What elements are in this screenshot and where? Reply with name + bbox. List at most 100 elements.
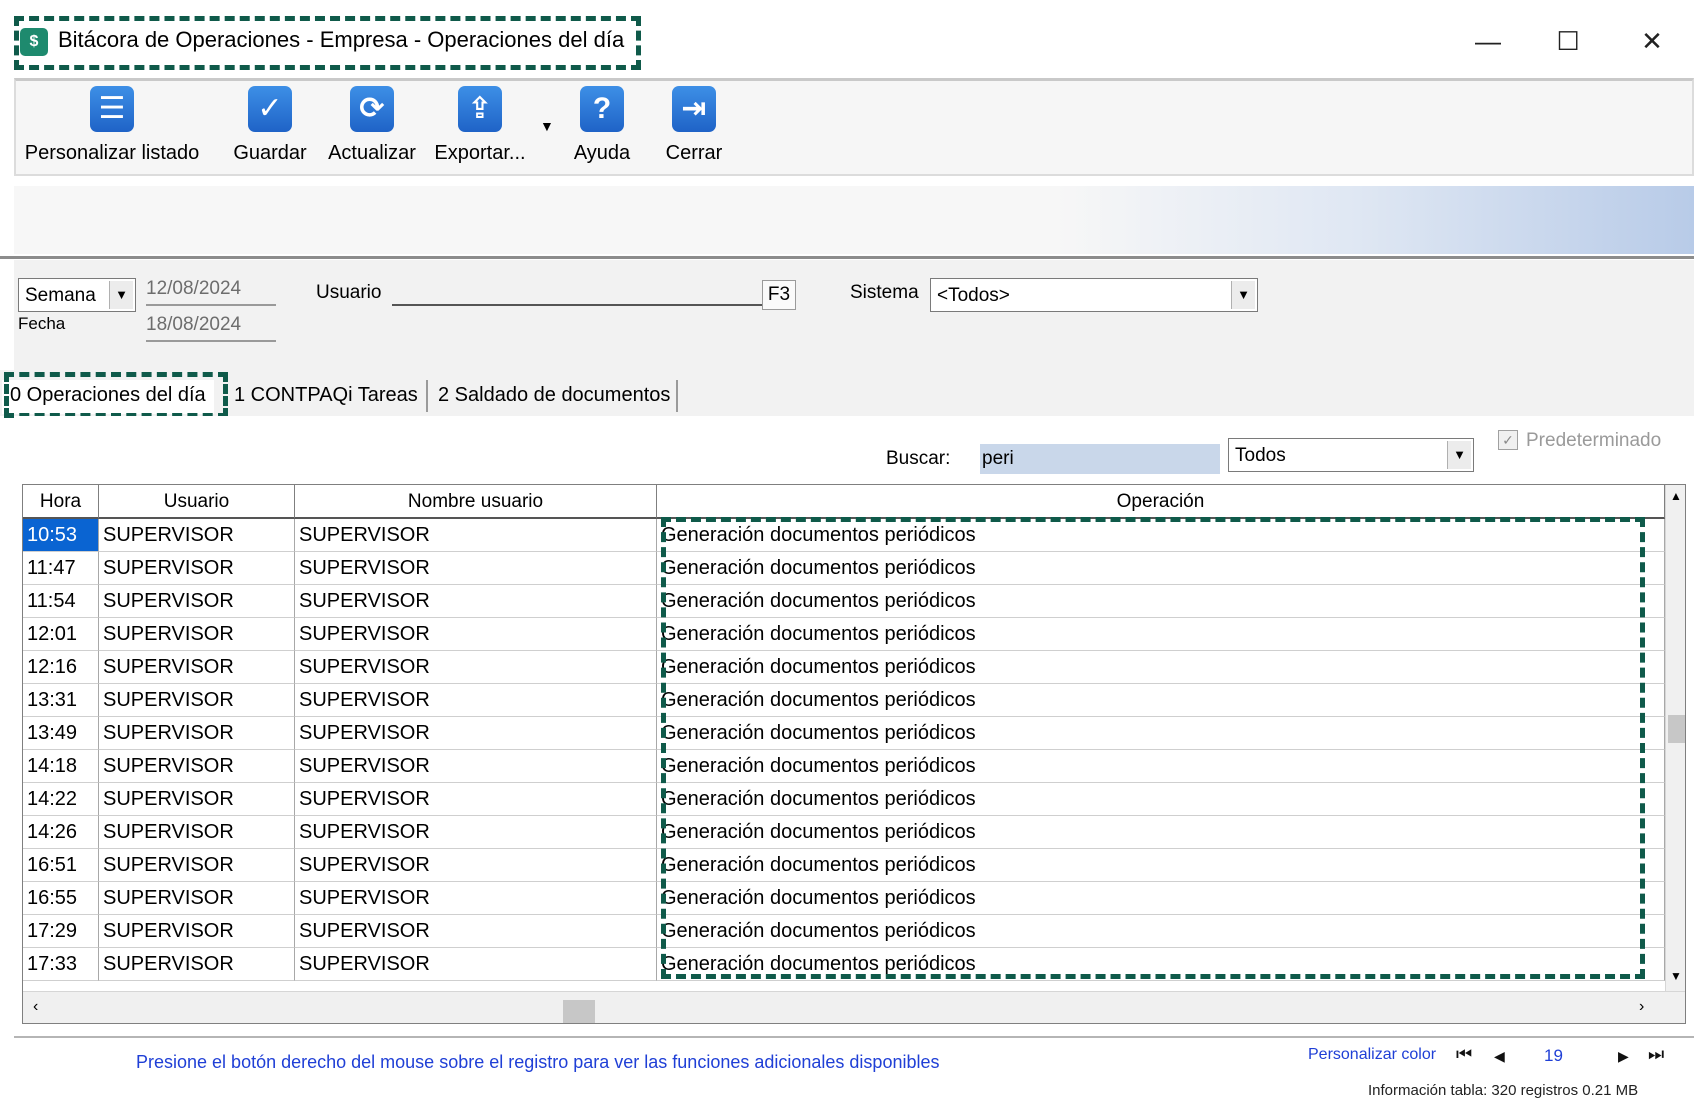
table-row[interactable]: 16:55 SUPERVISOR SUPERVISOR Generación docu… xyxy=(23,882,1665,915)
previous-page-icon[interactable]: ◀ xyxy=(1494,1048,1505,1065)
sistema-select[interactable]: <Todos> ▼ xyxy=(930,278,1258,312)
cell-nombre-usuario[interactable]: SUPERVISOR xyxy=(295,915,657,948)
cell-usuario[interactable]: SUPERVISOR xyxy=(99,750,295,783)
column-header-hora[interactable]: Hora xyxy=(23,485,99,519)
cell-hora[interactable]: 10:53 xyxy=(23,519,99,552)
usuario-field[interactable] xyxy=(392,282,762,306)
cell-operacion[interactable]: Generación documentos periódicos xyxy=(657,618,1665,651)
vertical-scrollbar[interactable]: ▲ ▼ xyxy=(1665,485,1685,991)
tab-saldado-de-documentos[interactable]: 2 Saldado de documentos xyxy=(430,380,678,414)
cell-nombre-usuario[interactable]: SUPERVISOR xyxy=(295,519,657,552)
guardar-button[interactable]: ✓ Guardar xyxy=(228,86,312,176)
personalizar-listado-button[interactable]: ☰ Personalizar listado xyxy=(22,86,202,176)
cell-nombre-usuario[interactable]: SUPERVISOR xyxy=(295,585,657,618)
cell-usuario[interactable]: SUPERVISOR xyxy=(99,552,295,585)
column-header-usuario[interactable]: Usuario xyxy=(99,485,295,519)
cell-usuario[interactable]: SUPERVISOR xyxy=(99,585,295,618)
cell-nombre-usuario[interactable]: SUPERVISOR xyxy=(295,651,657,684)
search-scope-select[interactable]: Todos ▼ xyxy=(1228,438,1474,472)
cell-usuario[interactable]: SUPERVISOR xyxy=(99,783,295,816)
horizontal-scrollbar[interactable]: ‹ › xyxy=(23,991,1685,1023)
cell-nombre-usuario[interactable]: SUPERVISOR xyxy=(295,783,657,816)
table-row[interactable]: 13:49 SUPERVISOR SUPERVISOR Generación docu… xyxy=(23,717,1665,750)
table-row[interactable]: 11:47 SUPERVISOR SUPERVISOR Generación docu… xyxy=(23,552,1665,585)
table-row[interactable]: 14:26 SUPERVISOR SUPERVISOR Generación docu… xyxy=(23,816,1665,849)
scroll-thumb[interactable] xyxy=(1668,715,1685,743)
actualizar-button[interactable]: ⟳ Actualizar xyxy=(324,86,420,176)
date-from-field[interactable]: 12/08/2024 xyxy=(146,276,276,306)
table-row[interactable]: 12:16 SUPERVISOR SUPERVISOR Generación docu… xyxy=(23,651,1665,684)
cell-usuario[interactable]: SUPERVISOR xyxy=(99,948,295,981)
export-dropdown-arrow-icon[interactable]: ▼ xyxy=(540,118,554,134)
scroll-up-icon[interactable]: ▲ xyxy=(1670,489,1682,503)
table-row[interactable]: 11:54 SUPERVISOR SUPERVISOR Generación docu… xyxy=(23,585,1665,618)
cell-operacion[interactable]: Generación documentos periódicos xyxy=(657,882,1665,915)
table-row[interactable]: 13:31 SUPERVISOR SUPERVISOR Generación docu… xyxy=(23,684,1665,717)
cell-usuario[interactable]: SUPERVISOR xyxy=(99,684,295,717)
cell-nombre-usuario[interactable]: SUPERVISOR xyxy=(295,684,657,717)
close-button[interactable]: ✕ xyxy=(1622,20,1682,62)
cell-hora[interactable]: 12:16 xyxy=(23,651,99,684)
cell-usuario[interactable]: SUPERVISOR xyxy=(99,519,295,552)
cell-hora[interactable]: 16:55 xyxy=(23,882,99,915)
cell-hora[interactable]: 14:18 xyxy=(23,750,99,783)
cell-hora[interactable]: 16:51 xyxy=(23,849,99,882)
cell-nombre-usuario[interactable]: SUPERVISOR xyxy=(295,618,657,651)
cell-hora[interactable]: 13:31 xyxy=(23,684,99,717)
scroll-right-icon[interactable]: › xyxy=(1639,998,1644,1016)
scroll-thumb[interactable] xyxy=(563,1000,595,1023)
cell-usuario[interactable]: SUPERVISOR xyxy=(99,882,295,915)
table-row[interactable]: 17:33 SUPERVISOR SUPERVISOR Generación docu… xyxy=(23,948,1665,981)
table-row[interactable]: 14:22 SUPERVISOR SUPERVISOR Generación docu… xyxy=(23,783,1665,816)
cell-operacion[interactable]: Generación documentos periódicos xyxy=(657,552,1665,585)
cell-operacion[interactable]: Generación documentos periódicos xyxy=(657,915,1665,948)
search-input[interactable] xyxy=(980,444,1220,474)
cell-hora[interactable]: 12:01 xyxy=(23,618,99,651)
cerrar-button[interactable]: ⇥ Cerrar xyxy=(656,86,732,176)
cell-operacion[interactable]: Generación documentos periódicos xyxy=(657,750,1665,783)
cell-operacion[interactable]: Generación documentos periódicos xyxy=(657,519,1665,552)
tab-contpaqi-tareas[interactable]: 1 CONTPAQi Tareas xyxy=(226,380,426,414)
f3-lookup-button[interactable]: F3 xyxy=(762,280,796,310)
column-header-operacion[interactable]: Operación xyxy=(657,485,1665,519)
cell-nombre-usuario[interactable]: SUPERVISOR xyxy=(295,750,657,783)
cell-operacion[interactable]: Generación documentos periódicos xyxy=(657,684,1665,717)
first-page-icon[interactable]: ⏮ xyxy=(1456,1044,1472,1065)
cell-nombre-usuario[interactable]: SUPERVISOR xyxy=(295,948,657,981)
cell-usuario[interactable]: SUPERVISOR xyxy=(99,651,295,684)
last-page-icon[interactable]: ⏭ xyxy=(1648,1044,1664,1065)
date-to-field[interactable]: 18/08/2024 xyxy=(146,312,276,342)
cell-hora[interactable]: 17:33 xyxy=(23,948,99,981)
cell-nombre-usuario[interactable]: SUPERVISOR xyxy=(295,717,657,750)
cell-operacion[interactable]: Generación documentos periódicos xyxy=(657,717,1665,750)
minimize-button[interactable]: — xyxy=(1458,20,1518,62)
cell-nombre-usuario[interactable]: SUPERVISOR xyxy=(295,882,657,915)
column-header-nombre-usuario[interactable]: Nombre usuario xyxy=(295,485,657,519)
cell-hora[interactable]: 11:54 xyxy=(23,585,99,618)
cell-hora[interactable]: 17:29 xyxy=(23,915,99,948)
cell-usuario[interactable]: SUPERVISOR xyxy=(99,618,295,651)
table-row[interactable]: 10:53 SUPERVISOR SUPERVISOR Generación docu… xyxy=(23,519,1665,552)
personalizar-color-link[interactable]: Personalizar color xyxy=(1308,1046,1436,1064)
cell-operacion[interactable]: Generación documentos periódicos xyxy=(657,849,1665,882)
table-row[interactable]: 14:18 SUPERVISOR SUPERVISOR Generación docu… xyxy=(23,750,1665,783)
cell-operacion[interactable]: Generación documentos periódicos xyxy=(657,948,1665,981)
cell-operacion[interactable]: Generación documentos periódicos xyxy=(657,816,1665,849)
cell-usuario[interactable]: SUPERVISOR xyxy=(99,717,295,750)
scroll-down-icon[interactable]: ▼ xyxy=(1670,969,1682,983)
cell-hora[interactable]: 14:26 xyxy=(23,816,99,849)
cell-operacion[interactable]: Generación documentos periódicos xyxy=(657,651,1665,684)
cell-usuario[interactable]: SUPERVISOR xyxy=(99,849,295,882)
maximize-button[interactable]: ☐ xyxy=(1538,20,1598,62)
predeterminado-checkbox[interactable]: ✓ xyxy=(1498,430,1518,450)
period-select[interactable]: Semana ▼ xyxy=(18,278,136,312)
next-page-icon[interactable]: ▶ xyxy=(1618,1048,1629,1065)
cell-hora[interactable]: 14:22 xyxy=(23,783,99,816)
scroll-left-icon[interactable]: ‹ xyxy=(33,998,38,1016)
cell-usuario[interactable]: SUPERVISOR xyxy=(99,915,295,948)
table-row[interactable]: 16:51 SUPERVISOR SUPERVISOR Generación docu… xyxy=(23,849,1665,882)
cell-hora[interactable]: 13:49 xyxy=(23,717,99,750)
cell-nombre-usuario[interactable]: SUPERVISOR xyxy=(295,816,657,849)
cell-nombre-usuario[interactable]: SUPERVISOR xyxy=(295,552,657,585)
cell-operacion[interactable]: Generación documentos periódicos xyxy=(657,783,1665,816)
